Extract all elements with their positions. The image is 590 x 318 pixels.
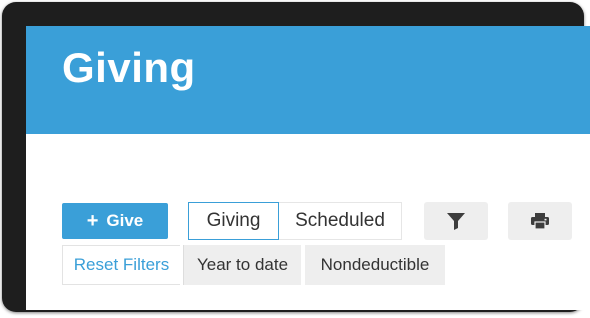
tab-giving-label: Giving [206, 210, 261, 231]
filter-button[interactable] [424, 202, 488, 240]
filter-chip-label: Year to date [196, 255, 289, 274]
give-button-label: Give [106, 211, 144, 230]
filter-chip-label: Nondeductible [320, 255, 430, 274]
tab-scheduled[interactable]: Scheduled [279, 202, 402, 240]
reset-filters-label: Reset Filters [73, 255, 170, 274]
app-screen: Giving + Give Giving Scheduled Reset Fil… [26, 26, 590, 310]
print-icon [531, 213, 549, 230]
toolbar: + Give Giving Scheduled Reset Filters Ye… [26, 26, 590, 310]
plus-icon: + [86, 210, 99, 232]
print-button[interactable] [508, 202, 572, 240]
filter-chip-year-to-date[interactable]: Year to date [183, 245, 301, 285]
filter-icon [447, 213, 465, 230]
give-button[interactable]: + Give [62, 203, 168, 239]
tab-scheduled-label: Scheduled [295, 210, 385, 231]
reset-filters-link[interactable]: Reset Filters [62, 245, 180, 285]
tab-giving[interactable]: Giving [188, 202, 279, 240]
filter-chip-nondeductible[interactable]: Nondeductible [305, 245, 445, 285]
